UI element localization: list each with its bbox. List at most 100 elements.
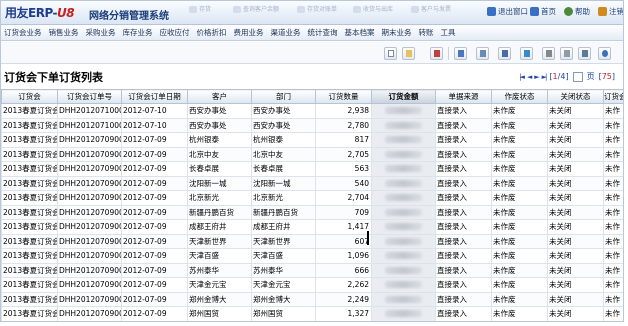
amount-cell [371,204,436,220]
column-header-amount[interactable]: 订货金额 [371,89,436,104]
logout-icon [598,6,607,16]
table-row[interactable]: 2013春夏订货会DHH201207090012012-07-09长春卓展长春卓… [1,161,623,177]
action-toolbar [1,42,623,64]
table-row[interactable]: 2013春夏订货会DHH201207090012012-07-09天津金元宝天津… [1,277,623,293]
table-row[interactable]: 2013春夏订货会DHH201207090012012-07-09成都王府井成都… [1,219,623,235]
last-page-button[interactable]: ►| [542,73,548,81]
exit-icon [487,6,496,16]
settings-icon[interactable] [578,47,591,60]
department-cell: 北京中友 [251,146,316,162]
void-status-cell: 未作废 [491,219,548,235]
void-status-cell: 未作废 [491,306,548,321]
print-preview-icon[interactable] [560,47,573,60]
home-link[interactable]: 首页 [530,5,556,17]
faded-top-button-1[interactable]: 存货 [189,4,211,13]
table-row[interactable]: 2013春夏订货会DHH201207090012012-07-09天津新世界天津… [1,233,623,249]
quantity-cell: 2,705 [315,146,372,162]
source-cell: 直接录入 [435,146,492,162]
blurred-amount [385,266,422,274]
column-header-source[interactable]: 单据来源 [435,89,492,104]
menu-sales[interactable]: 销售业务 [49,27,79,38]
void-status-cell: 未作废 [491,103,548,119]
faded-top-button-3[interactable]: 存货对账单 [297,4,337,13]
first-page-button[interactable]: |◄ [519,73,525,81]
column-header-order-date[interactable]: 订货会订单日期 [121,89,188,104]
quantity-cell: 1,417 [315,219,372,235]
faded-top-button-2[interactable]: 查询客户余额 [233,4,279,13]
void-status-cell: 未作废 [491,277,548,293]
column-header-customer[interactable]: 客户 [187,89,252,104]
order-fair-cell: 2013春夏订货会 [1,306,58,321]
fair-status-cell: 未作 [603,262,623,278]
new-icon[interactable] [384,47,397,60]
logo-version: U8 [57,6,75,20]
faded-top-button-4[interactable]: 收货与出库 [353,4,393,13]
fair-status-cell: 未作 [603,132,623,148]
blurred-amount [385,136,422,144]
table-row[interactable]: 2013春夏订货会DHH201207090012012-07-09郑州金博大郑州… [1,291,623,307]
column-header-void-status[interactable]: 作废状态 [491,89,548,104]
menu-inventory[interactable]: 库存业务 [123,27,153,38]
menu-receivable-payable[interactable]: 应收应付 [160,27,190,38]
table-row[interactable]: 2013春夏订货会DHH201207090012012-07-09北京新光北京新… [1,190,623,206]
prev-page-button[interactable]: ◄ [527,73,533,81]
column-header-order-fair[interactable]: 订货会 [1,89,58,104]
table-row[interactable]: 2013春夏订货会DHH201207090012012-07-09天津百盛天津百… [1,248,623,264]
menu-purchase[interactable]: 采购业务 [86,27,116,38]
customer-cell: 天津百盛 [187,248,252,264]
column-header-fair-status[interactable]: 订货会状态 [603,89,623,104]
source-cell: 直接录入 [435,117,492,133]
logout-link[interactable]: 注销 [598,5,623,17]
blurred-amount [385,150,422,158]
next-page-button[interactable]: ► [534,73,540,81]
source-cell: 直接录入 [435,190,492,206]
menu-basic-archive[interactable]: 基本档案 [345,27,375,38]
menu-order-fair[interactable]: 订货会业务 [4,27,42,38]
table-row[interactable]: 2013春夏订货会DHH201207090012012-07-09苏州泰华苏州泰… [1,262,623,278]
filter-icon[interactable] [498,47,511,60]
table-row[interactable]: 2013春夏订货会DHH201207090012012-07-09杭州银泰杭州银… [1,132,623,148]
table-row[interactable]: 2013春夏订货会DHH201207090012012-07-09郑州国贸郑州国… [1,306,623,321]
customer-cell: 天津新世界 [187,233,252,249]
blurred-amount [385,237,422,245]
table-row[interactable]: 2013春夏订货会DHH201207100002012-07-10西安办事处西安… [1,103,623,119]
page-number-input[interactable] [572,71,583,82]
order-no-cell: DHH20120709001 [57,175,122,191]
department-cell: 郑州金博大 [251,291,316,307]
column-header-department[interactable]: 部门 [251,89,316,104]
table-row[interactable]: 2013春夏订货会DHH201207090012012-07-09新疆丹鹏百货新… [1,204,623,220]
table-row[interactable]: 2013春夏订货会DHH201207100002012-07-10西安办事处西安… [1,117,623,133]
menu-transfer[interactable]: 转账 [419,27,434,38]
help-link[interactable]: 帮助 [564,5,590,17]
amount-cell [371,277,436,293]
delete-icon[interactable] [430,47,443,60]
void-status-cell: 未作废 [491,204,548,220]
menu-expense[interactable]: 费用业务 [234,27,264,38]
close-status-cell: 未关闭 [547,233,604,249]
help-icon[interactable] [598,47,611,60]
close-status-cell: 未关闭 [547,175,604,191]
export-icon[interactable] [520,47,533,60]
menu-channel[interactable]: 渠道业务 [271,27,301,38]
fair-status-cell: 未作 [603,219,623,235]
void-status-cell: 未作废 [491,291,548,307]
menu-period-end[interactable]: 期末业务 [382,27,412,38]
order-no-cell: DHH20120709001 [57,233,122,249]
print-icon[interactable] [542,47,555,60]
source-cell: 直接录入 [435,161,492,177]
edit-icon[interactable] [402,47,415,60]
menu-tools[interactable]: 工具 [441,27,456,38]
column-header-close-status[interactable]: 关闭状态 [547,89,604,104]
table-row[interactable]: 2013春夏订货会DHH201207090012012-07-09北京中友北京中… [1,146,623,162]
amount-cell [371,306,436,321]
order-date-cell: 2012-07-09 [121,262,188,278]
column-header-quantity[interactable]: 订货数量 [315,89,372,104]
faded-top-button-5[interactable]: 客户与发票 [411,4,451,13]
table-row[interactable]: 2013春夏订货会DHH201207090012012-07-09沈阳新一城沈阳… [1,175,623,191]
copy-icon[interactable] [476,47,489,60]
column-header-order-no[interactable]: 订货会订单号 [57,89,122,104]
menu-statistics[interactable]: 统计查询 [308,27,338,38]
exit-window-link[interactable]: 退出窗口 [487,5,528,17]
import-icon[interactable] [454,47,467,60]
menu-price-discount[interactable]: 价格折扣 [197,27,227,38]
